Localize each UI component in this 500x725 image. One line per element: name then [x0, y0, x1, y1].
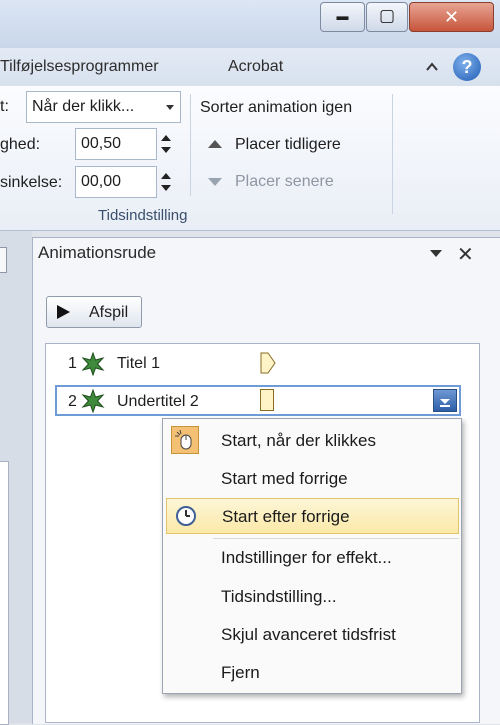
triangle-down-icon: [208, 178, 222, 186]
chevron-down-icon: [166, 105, 174, 110]
maximize-icon: ▢: [378, 6, 396, 25]
move-later-button[interactable]: Placer senere: [205, 170, 385, 194]
maximize-button[interactable]: ▢: [366, 2, 408, 32]
mouse-click-icon: [171, 426, 199, 454]
menu-item-hide-advanced-timeline[interactable]: Skjul avanceret tidsfrist: [163, 616, 461, 652]
play-label: Afspil: [89, 304, 129, 321]
move-earlier-button[interactable]: Placer tidligere: [205, 133, 385, 157]
menu-item-label: Start efter forrige: [222, 507, 350, 526]
close-button[interactable]: ✕: [409, 2, 494, 32]
item-label: Titel 1: [117, 355, 160, 372]
slide-thumbnail: [0, 461, 9, 725]
minimize-icon: ▬: [336, 9, 349, 23]
tab-addins[interactable]: Tilføjelsesprogrammer: [0, 58, 159, 76]
list-item-selected[interactable]: [55, 385, 461, 416]
menu-item-label: Indstillinger for effekt...: [221, 548, 392, 567]
menu-item-start-on-click[interactable]: Start, når der klikkes: [163, 422, 461, 458]
menu-item-label: Skjul avanceret tidsfrist: [221, 625, 396, 644]
slide-tab-edge: [0, 247, 7, 273]
menu-item-start-with-previous[interactable]: Start med forrige: [163, 460, 461, 496]
delay-input[interactable]: 00,00: [75, 166, 157, 198]
pane-close-icon[interactable]: ✕: [457, 242, 474, 267]
slide-area: [0, 231, 32, 725]
duration-input[interactable]: 00,50: [75, 128, 157, 160]
duration-label: ghed:: [0, 136, 41, 153]
menu-item-label: Start, når der klikkes: [221, 431, 376, 450]
help-icon[interactable]: ?: [453, 53, 481, 81]
reorder-title: Sorter animation igen: [200, 99, 353, 116]
ribbon-separator: [392, 94, 393, 214]
chevron-down-icon: [440, 399, 450, 404]
menu-item-timing[interactable]: Tidsindstilling...: [163, 578, 461, 614]
play-icon: [57, 305, 70, 319]
pane-title: Animationsrude: [38, 243, 157, 262]
duration-stepper[interactable]: [157, 128, 175, 160]
timeline-bar-icon: [260, 389, 274, 411]
list-item[interactable]: 1 Titel 1: [57, 350, 459, 378]
start-select-value: Når der klikk...: [32, 98, 135, 115]
move-later-label: Placer senere: [235, 173, 334, 190]
triangle-up-icon: [208, 140, 222, 148]
timeline-marker-icon: [260, 352, 276, 374]
close-icon: ✕: [443, 7, 460, 27]
delay-stepper[interactable]: [157, 166, 175, 198]
menu-item-start-after-previous[interactable]: Start efter forrige: [166, 498, 459, 534]
delay-label: sinkelse:: [0, 174, 63, 191]
start-select[interactable]: Når der klikk...: [26, 91, 181, 123]
menu-item-remove[interactable]: Fjern: [163, 654, 461, 690]
start-label: t:: [0, 98, 9, 115]
clock-icon: [173, 503, 201, 531]
menu-item-label: Tidsindstilling...: [221, 587, 337, 606]
item-label: Undertitel 2: [117, 393, 199, 410]
menu-item-effect-options[interactable]: Indstillinger for effekt...: [163, 539, 461, 575]
ribbon-separator: [190, 94, 191, 196]
play-button[interactable]: Afspil: [46, 296, 142, 328]
move-earlier-label: Placer tidligere: [235, 136, 341, 153]
item-number: 1: [68, 355, 77, 372]
menu-item-label: Fjern: [221, 663, 260, 682]
item-number: 2: [68, 393, 77, 410]
dropdown-underline: [440, 405, 450, 407]
minimize-ribbon-icon[interactable]: [425, 60, 439, 74]
context-menu: Start, når der klikkes Start med forrige…: [162, 418, 462, 694]
minimize-button[interactable]: ▬: [320, 2, 365, 32]
menu-item-label: Start med forrige: [221, 469, 348, 488]
item-dropdown-button[interactable]: [433, 389, 457, 412]
tab-acrobat[interactable]: Acrobat: [228, 58, 283, 76]
pane-menu-icon[interactable]: [430, 250, 442, 257]
ribbon-group-caption: Tidsindstilling: [98, 207, 188, 224]
entrance-star-icon: [81, 388, 105, 414]
entrance-star-icon: [81, 351, 105, 377]
